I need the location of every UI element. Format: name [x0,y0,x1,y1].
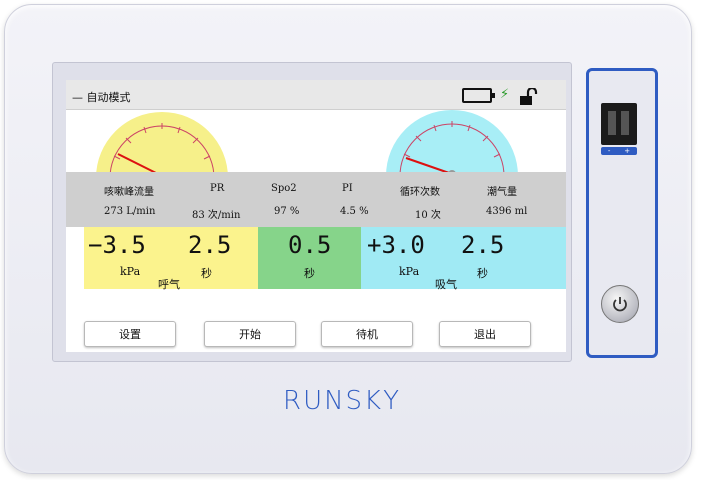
pause-readout[interactable]: 0.5 秒 [258,227,361,289]
exhale-pressure-unit: kPa [120,265,141,278]
standby-button[interactable]: 待机 [321,321,413,347]
settings-button[interactable]: 设置 [84,321,176,347]
param-name: 循环次数 [400,187,440,198]
exhale-time-value: 2.5 [188,231,232,259]
param-value: 97 % [274,206,300,217]
brand-logo: RUNSKY [283,386,401,416]
pause-time-unit: 秒 [304,267,315,280]
inhale-pressure-unit: kPa [399,265,420,278]
status-bar: — 自动模式 ⚡ [66,80,566,110]
param-value: 10 次 [415,210,441,221]
inhale-time-value: 2.5 [461,231,505,259]
param-value: 83 次/min [192,210,241,221]
param-value: 273 L/min [104,206,156,217]
param-name: PR [210,183,225,194]
param-name: PI [342,183,353,194]
power-button[interactable] [601,285,639,323]
param-name: 潮气量 [487,187,517,198]
exhale-pressure-value: −3.5 [88,231,146,259]
param-name: Spo2 [271,183,297,194]
mode-title: — 自动模式 [72,91,131,104]
usb-port-label: - + [601,147,637,155]
plug-icon: ⚡ [500,87,510,102]
pause-time-value: 0.5 [288,231,332,259]
start-button[interactable]: 开始 [204,321,296,347]
inhale-readout[interactable]: +3.0 2.5 kPa 秒 吸气 [361,227,566,291]
exhale-readout[interactable]: −3.5 2.5 kPa 秒 呼气 [84,227,258,291]
parameter-panel: 咳嗽峰流量 PR Spo2 PI 循环次数 潮气量 273 L/min 83 次… [66,172,566,227]
usb-port[interactable] [601,103,637,145]
param-value: 4.5 % [340,206,369,217]
inhale-pressure-value: +3.0 [367,231,425,259]
battery-icon [462,88,495,103]
power-icon [613,297,627,312]
inhale-time-unit: 秒 [477,267,488,280]
unlock-icon[interactable] [518,88,538,106]
inhale-phase-label: 吸气 [435,278,457,291]
exhale-time-unit: 秒 [201,267,212,280]
exhale-phase-label: 呼气 [158,278,180,291]
exit-button[interactable]: 退出 [439,321,531,347]
touch-screen: — 自动模式 ⚡ 咳嗽峰流量 PR Spo2 PI 循环次数 潮气量 273 L… [66,80,566,352]
param-name: 咳嗽峰流量 [104,187,154,198]
usb-minus-label: - [607,147,611,155]
usb-plus-label: + [624,147,631,155]
hardware-control-strip: - + [586,68,658,358]
param-value: 4396 ml [486,206,528,217]
